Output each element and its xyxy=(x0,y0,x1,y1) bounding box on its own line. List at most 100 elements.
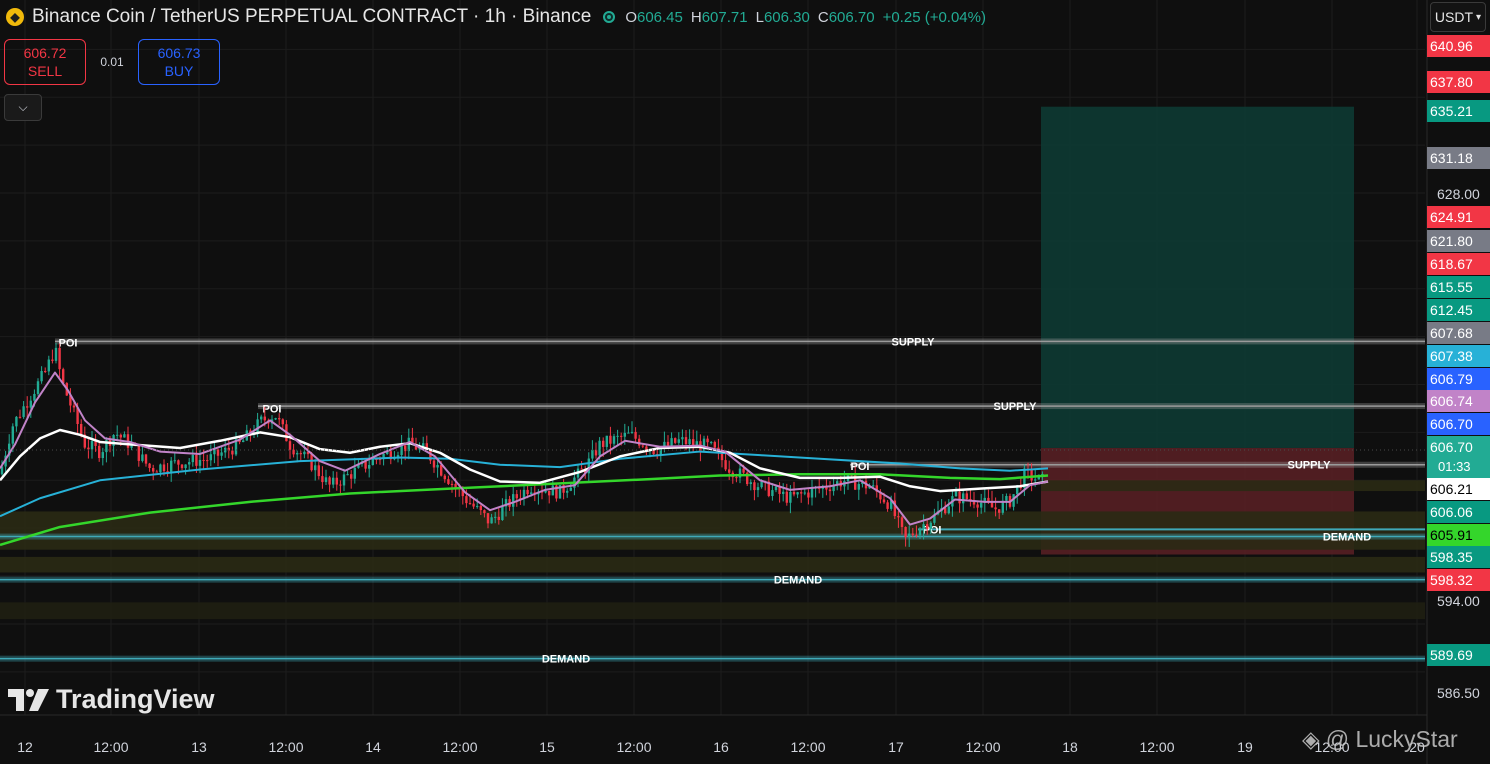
candle-down xyxy=(958,491,961,504)
candle-down xyxy=(965,493,968,500)
chevron-down-icon: ▾ xyxy=(1476,11,1482,23)
close-value: 606.70 xyxy=(828,8,875,26)
chart-header: ◆ Binance Coin / TetherUS PERPETUAL CONT… xyxy=(6,6,986,28)
candle-down xyxy=(278,418,281,420)
candle-down xyxy=(684,437,688,445)
candle-up xyxy=(260,416,263,420)
ohlc-values: O606.45 H607.71 L606.30 C606.70 +0.25 (+… xyxy=(625,9,986,26)
candle-down xyxy=(706,438,709,443)
tradingview-logo[interactable]: TradingView xyxy=(8,684,215,715)
y-tick-label: 628.00 xyxy=(1437,186,1480,202)
candle-up xyxy=(688,439,691,445)
candle-up xyxy=(760,481,763,488)
candle-down xyxy=(450,483,454,485)
ema-white-line xyxy=(0,428,1049,493)
candle-up xyxy=(623,432,626,437)
price-tag-label: 612.45 xyxy=(1430,302,1473,318)
candle-down xyxy=(486,513,490,524)
candle-up xyxy=(303,451,306,455)
demand-band xyxy=(0,511,1425,550)
candle-up xyxy=(324,477,328,483)
diamond-icon: ◈ xyxy=(1302,726,1320,752)
symbol-title[interactable]: Binance Coin / TetherUS PERPETUAL CONTRA… xyxy=(32,6,591,28)
candle-down xyxy=(148,463,151,469)
candle-up xyxy=(188,462,191,465)
candle-up xyxy=(789,491,792,503)
buy-button[interactable]: 606.73 BUY xyxy=(138,39,220,85)
candle-up xyxy=(922,524,925,530)
sell-button[interactable]: 606.72 SELL xyxy=(4,39,86,85)
x-tick-label: 13 xyxy=(191,739,207,755)
candle-down xyxy=(620,435,623,437)
candle-up xyxy=(544,490,547,493)
x-tick-label: 12:00 xyxy=(268,739,303,755)
candle-down xyxy=(177,460,180,465)
candle-down xyxy=(904,526,907,538)
candle-up xyxy=(1005,495,1008,501)
market-open-icon xyxy=(603,11,616,23)
candle-up xyxy=(918,529,922,536)
high-label: H xyxy=(690,8,702,26)
price-chart[interactable]: SUPPLY SUPPLY SUPPLY DEMAND DEMAND DEMAND POI P… xyxy=(0,0,1490,764)
price-tag-label: 607.38 xyxy=(1430,348,1473,364)
candle-up xyxy=(980,502,983,508)
change-value: +0.25 (+0.04%) xyxy=(882,8,986,26)
candle-up xyxy=(47,359,50,372)
candle-up xyxy=(695,441,698,445)
candle-down xyxy=(897,516,900,518)
candle-down xyxy=(886,502,889,509)
candle-up xyxy=(494,516,497,518)
author-watermark: ◈ @ LuckyStar xyxy=(1302,726,1458,753)
price-tag-label: 589.69 xyxy=(1430,647,1473,663)
poi-label: POI xyxy=(851,461,870,473)
candle-down xyxy=(926,524,929,529)
candle-down xyxy=(497,516,500,521)
candle-down xyxy=(742,468,745,473)
watermark-text: @ LuckyStar xyxy=(1325,726,1458,752)
countdown-label: 01:33 xyxy=(1438,459,1471,474)
candle-down xyxy=(98,445,101,459)
price-tag-label: 605.91 xyxy=(1430,527,1473,543)
candle-up xyxy=(342,474,346,486)
candle-up xyxy=(346,474,349,476)
candle-up xyxy=(101,452,104,459)
demand-band xyxy=(0,602,1425,620)
candle-down xyxy=(144,454,148,464)
candle-up xyxy=(11,426,14,444)
candle-down xyxy=(479,505,482,511)
price-tag-label: 606.79 xyxy=(1430,371,1473,387)
candle-down xyxy=(713,442,716,448)
price-tag-label: 618.67 xyxy=(1430,256,1473,272)
candle-up xyxy=(681,437,684,440)
open-value: 606.45 xyxy=(636,8,683,26)
candle-up xyxy=(173,460,176,462)
candle-down xyxy=(80,424,83,435)
low-label: L xyxy=(755,8,764,26)
candle-up xyxy=(857,484,860,490)
candle-down xyxy=(44,371,47,373)
candle-down xyxy=(634,431,637,439)
collapse-legend-button[interactable]: ⌵ xyxy=(4,94,42,121)
candle-down xyxy=(162,464,166,472)
price-tag-label: 607.68 xyxy=(1430,325,1473,341)
candle-down xyxy=(609,435,612,444)
candle-down xyxy=(119,434,122,438)
candle-down xyxy=(364,461,367,469)
candle-down xyxy=(202,459,205,461)
candle-up xyxy=(314,465,317,471)
candle-down xyxy=(310,454,313,471)
candle-down xyxy=(335,477,338,485)
candle-down xyxy=(602,440,605,447)
x-tick-label: 12 xyxy=(17,739,33,755)
candle-down xyxy=(432,460,436,468)
candle-up xyxy=(530,492,533,495)
candle-down xyxy=(735,477,738,479)
candle-down xyxy=(998,509,1001,513)
high-value: 607.71 xyxy=(701,8,748,26)
price-tag-label: 606.74 xyxy=(1430,393,1473,409)
x-tick-label: 12:00 xyxy=(1139,739,1174,755)
candle-down xyxy=(328,477,331,485)
price-tag-label: 606.70 xyxy=(1430,439,1473,455)
candle-up xyxy=(90,441,94,450)
currency-selector[interactable]: USDT ▾ xyxy=(1430,2,1486,32)
